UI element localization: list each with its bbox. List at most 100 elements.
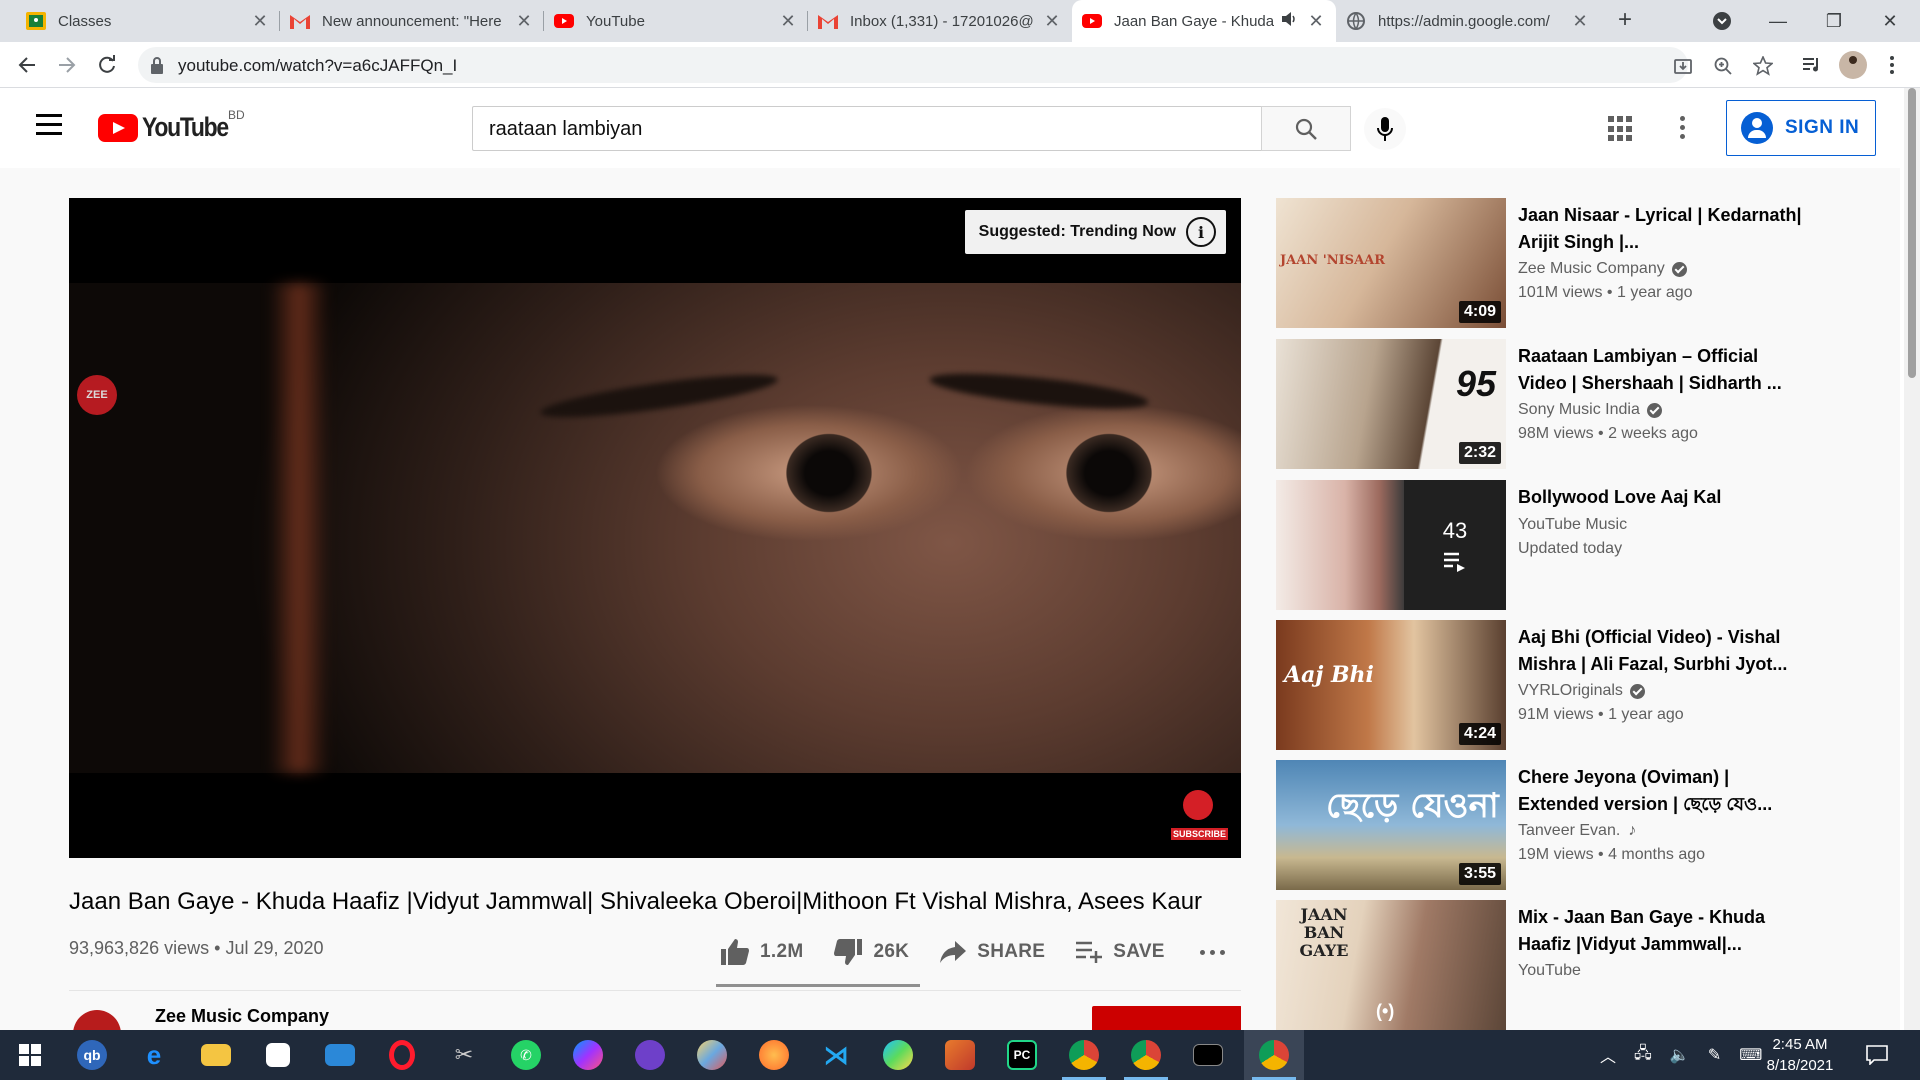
save-button[interactable]: SAVE (1075, 940, 1165, 964)
messenger-icon[interactable] (558, 1030, 618, 1080)
recommendation-title[interactable]: Jaan Nisaar - Lyrical | Kedarnath| Ariji… (1518, 202, 1808, 256)
video-thumbnail[interactable]: 95 2:32 (1276, 339, 1506, 469)
reload-button[interactable] (92, 50, 122, 80)
video-thumbnail[interactable]: ছেড়ে যেওনা 3:55 (1276, 760, 1506, 890)
share-button[interactable]: SHARE (939, 940, 1045, 964)
recommendation-item[interactable]: Aaj Bhi 4:24 Aaj Bhi (Official Video) - … (1276, 620, 1816, 750)
recommendation-channel[interactable]: Zee Music Company (1518, 260, 1687, 278)
forward-button[interactable] (52, 50, 82, 80)
recommendation-channel[interactable]: Sony Music India (1518, 401, 1662, 419)
video-thumbnail[interactable]: JAAN 'NISAAR 4:09 (1276, 198, 1506, 328)
tab-close-icon[interactable]: ✕ (514, 11, 534, 32)
page-scrollbar[interactable] (1904, 88, 1920, 1030)
recommendation-title[interactable]: Mix - Jaan Ban Gaye - Khuda Haafiz |Vidy… (1518, 904, 1808, 958)
tab-close-icon[interactable]: ✕ (1570, 11, 1590, 32)
browser-tab[interactable]: https://admin.google.com/ ✕ (1336, 0, 1600, 42)
video-frame[interactable]: ZEE (69, 283, 1241, 773)
browser-tab[interactable]: Classes ✕ (16, 0, 280, 42)
media-control-icon[interactable] (1798, 51, 1826, 79)
more-actions-icon[interactable] (1200, 950, 1225, 955)
guide-menu-icon[interactable] (36, 114, 62, 141)
lock-icon[interactable] (150, 56, 164, 79)
speaker-icon[interactable] (1282, 12, 1298, 30)
vscode-icon[interactable]: ⋊ (806, 1030, 866, 1080)
browser-tab-active[interactable]: Jaan Ban Gaye - Khuda ✕ (1072, 0, 1336, 42)
suggested-card-teaser[interactable]: Suggested: Trending Now i (964, 210, 1226, 254)
like-button[interactable]: 1.2M (720, 938, 803, 966)
browser-tab[interactable]: Inbox (1,331) - 17201026@ ✕ (808, 0, 1072, 42)
minimize-button[interactable]: — (1748, 0, 1808, 42)
restore-button[interactable]: ❐ (1804, 0, 1864, 42)
github-icon[interactable] (620, 1030, 680, 1080)
subscribe-watermark[interactable]: SUBSCRIBE (1171, 790, 1229, 842)
video-thumbnail[interactable]: Aaj Bhi 4:24 (1276, 620, 1506, 750)
recommendation-item[interactable]: JAAN 'NISAAR 4:09 Jaan Nisaar - Lyrical … (1276, 198, 1816, 328)
sign-in-button[interactable]: SIGN IN (1726, 100, 1876, 156)
paint3d-icon[interactable] (868, 1030, 928, 1080)
video-player[interactable]: ZEE Suggested: Trending Now i SUBSCRIBE (69, 198, 1241, 858)
snipping-icon[interactable]: ✂ (434, 1030, 494, 1080)
tab-close-icon[interactable]: ✕ (1306, 11, 1326, 32)
file-explorer-icon[interactable] (186, 1030, 246, 1080)
tab-close-icon[interactable]: ✕ (250, 11, 270, 32)
recommendation-channel[interactable]: YouTube (1518, 962, 1581, 980)
windows-start-icon[interactable] (0, 1030, 60, 1080)
voice-search-button[interactable] (1364, 108, 1406, 150)
zoom-icon[interactable] (1712, 55, 1734, 77)
youtube-logo[interactable]: YouTube BD (98, 108, 245, 143)
new-tab-button[interactable]: + (1610, 6, 1640, 36)
paint-icon[interactable] (682, 1030, 742, 1080)
store-icon[interactable] (248, 1030, 308, 1080)
recommendation-title[interactable]: Chere Jeyona (Oviman) | Extended version… (1518, 764, 1808, 818)
recommendation-item[interactable]: 95 2:32 Raataan Lambiyan – Official Vide… (1276, 339, 1816, 469)
recommendation-channel[interactable]: VYRLOriginals (1518, 682, 1645, 700)
recommendation-title[interactable]: Aaj Bhi (Official Video) - Vishal Mishra… (1518, 624, 1808, 678)
profile-avatar[interactable] (1839, 51, 1867, 79)
settings-more-icon[interactable] (1680, 116, 1688, 143)
opera-icon[interactable] (372, 1030, 432, 1080)
back-button[interactable] (12, 50, 42, 80)
search-button[interactable] (1261, 106, 1351, 151)
address-bar[interactable]: youtube.com/watch?v=a6cJAFFQn_I (138, 47, 1773, 83)
mix-thumbnail[interactable]: JAAN BAN GAYE (•) (1276, 900, 1506, 1030)
recommendation-title[interactable]: Bollywood Love Aaj Kal (1518, 484, 1808, 511)
pycharm-icon[interactable]: PC (992, 1030, 1052, 1080)
install-app-icon[interactable] (1672, 55, 1694, 77)
recommendation-channel[interactable]: YouTube Music (1518, 516, 1627, 534)
tab-search-icon[interactable] (1692, 0, 1752, 42)
recommendation-channel[interactable]: Tanveer Evan. ♪ (1518, 822, 1636, 840)
playlist-thumbnail[interactable]: 43 (1276, 480, 1506, 610)
notification-icon[interactable] (1866, 1030, 1888, 1080)
subscribe-button[interactable] (1092, 1006, 1241, 1030)
edge-icon[interactable]: e (124, 1030, 184, 1080)
matlab-icon[interactable] (930, 1030, 990, 1080)
volume-icon[interactable]: 🔈 (1670, 1045, 1690, 1065)
chrome-active-icon[interactable] (1244, 1030, 1304, 1080)
channel-name[interactable]: Zee Music Company (155, 1006, 329, 1027)
browser-tab[interactable]: New announcement: "Here ✕ (280, 0, 544, 42)
recommendation-item[interactable]: ছেড়ে যেওনা 3:55 Chere Jeyona (Oviman) |… (1276, 760, 1816, 890)
pen-icon[interactable]: ✎ (1708, 1045, 1721, 1065)
info-icon[interactable]: i (1186, 217, 1216, 247)
bookmark-star-icon[interactable] (1752, 55, 1774, 77)
tab-close-icon[interactable]: ✕ (1042, 11, 1062, 32)
dislike-button[interactable]: 26K (833, 938, 909, 966)
browser-tab[interactable]: YouTube ✕ (544, 0, 808, 42)
close-window-button[interactable]: ✕ (1860, 0, 1920, 42)
network-icon[interactable]: 🖧 (1634, 1042, 1652, 1069)
taskbar-clock[interactable]: 2:45 AM 8/18/2021 (1750, 1034, 1850, 1076)
search-input[interactable]: raataan lambiyan (472, 106, 1262, 151)
scrollbar-thumb[interactable] (1908, 88, 1916, 378)
tab-close-icon[interactable]: ✕ (778, 11, 798, 32)
qbittorrent-icon[interactable]: qb (62, 1030, 122, 1080)
terminal-icon[interactable] (1178, 1030, 1238, 1080)
chrome-menu-icon[interactable] (1878, 51, 1906, 79)
channel-avatar[interactable] (73, 1010, 121, 1030)
recommendation-item[interactable]: 43 Bollywood Love Aaj Kal YouTube Music … (1276, 480, 1816, 610)
whatsapp-icon[interactable]: ✆ (496, 1030, 556, 1080)
chrome-profile-icon[interactable] (1054, 1030, 1114, 1080)
mail-icon[interactable] (310, 1030, 370, 1080)
firefox-icon[interactable] (744, 1030, 804, 1080)
recommendation-item[interactable]: JAAN BAN GAYE (•) Mix - Jaan Ban Gaye - … (1276, 900, 1816, 1030)
apps-grid-icon[interactable] (1608, 116, 1634, 142)
